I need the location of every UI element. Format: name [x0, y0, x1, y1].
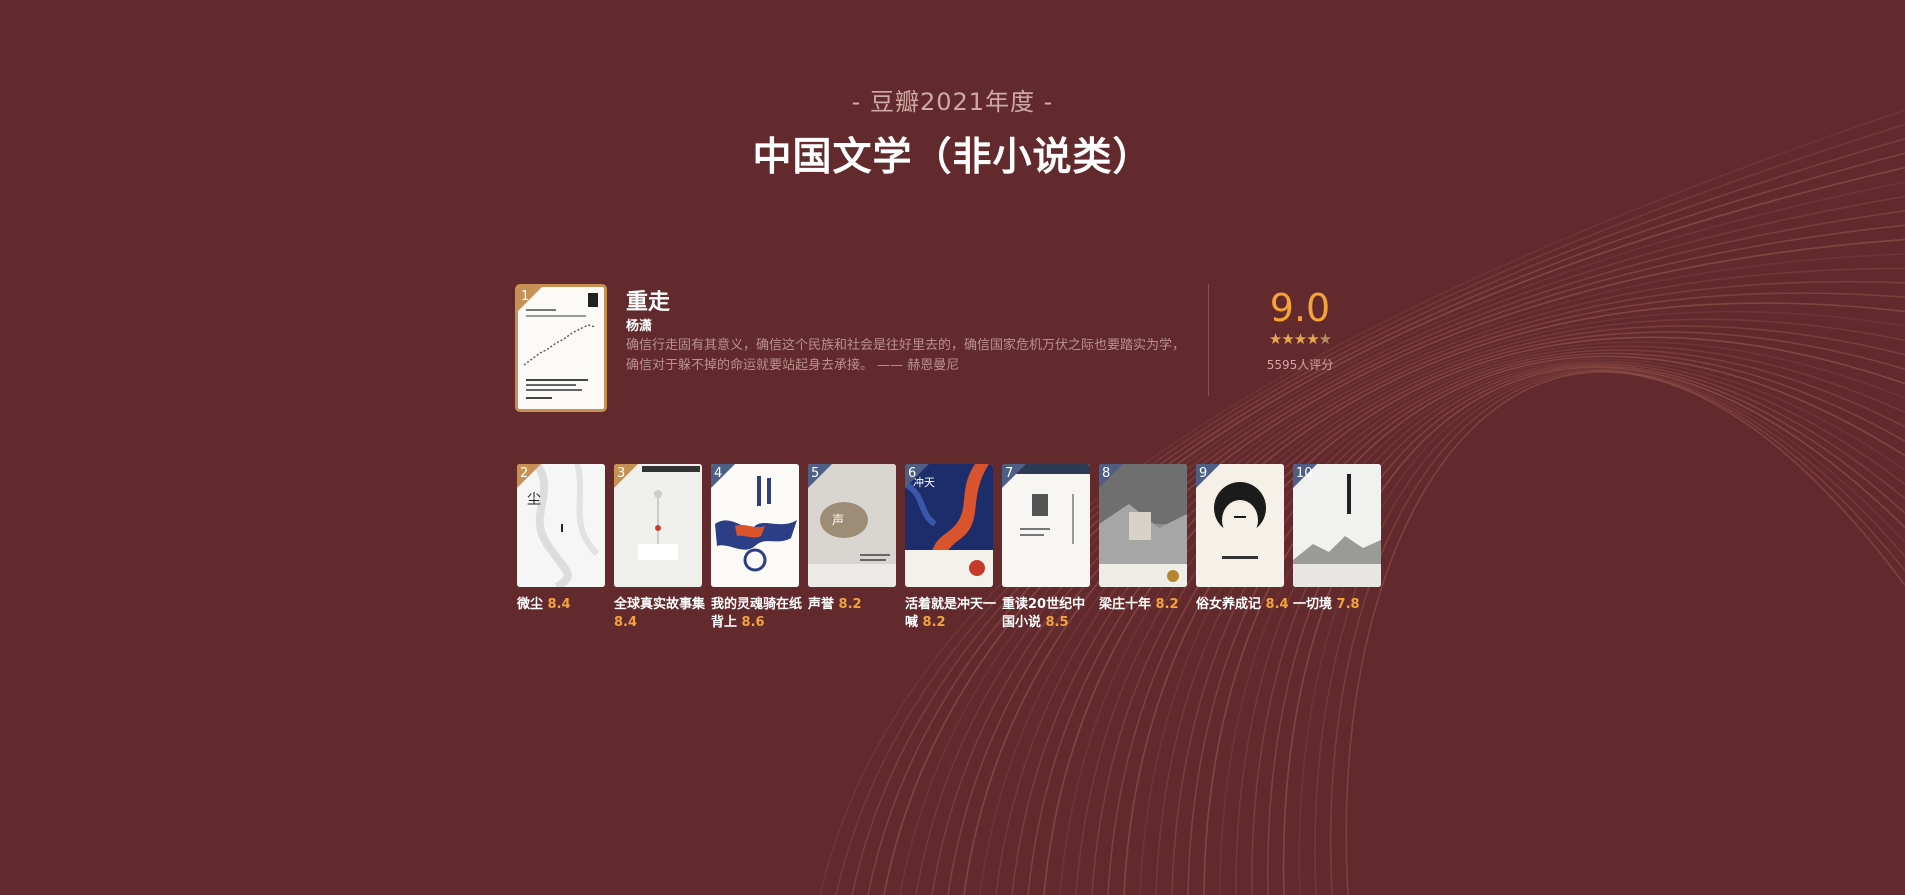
book-title[interactable]: 一切境 — [1293, 597, 1332, 612]
book-caption[interactable]: 一切境 7.8 — [1293, 596, 1389, 614]
book-score: 8.4 — [614, 615, 638, 630]
book-caption[interactable]: 微尘 8.4 — [517, 596, 613, 614]
wave-line — [1155, 345, 1905, 895]
star-icon: ★ — [1281, 330, 1294, 348]
book-caption[interactable]: 活着就是冲天一喊 8.2 — [905, 596, 1001, 632]
star-rating: ★★★★★ — [1250, 330, 1350, 348]
wave-line — [1298, 367, 1905, 895]
wave-line — [1267, 364, 1905, 895]
page-title: 中国文学（非小说类） — [752, 135, 1153, 180]
book-title[interactable]: 声誉 — [808, 597, 834, 612]
rank-badge: 3 — [614, 464, 638, 488]
book-score: 8.2 — [838, 597, 862, 612]
book-score: 8.2 — [922, 615, 946, 630]
rank-badge: 10 — [1293, 464, 1317, 488]
book-score: 8.5 — [1045, 615, 1069, 630]
book-card[interactable]: 7 重读20世纪中国小说 8.5 — [1002, 464, 1090, 632]
wave-line — [1171, 349, 1905, 895]
book-caption[interactable]: 声誉 8.2 — [808, 596, 904, 614]
rank-badge: 5 — [808, 464, 832, 488]
book-card[interactable]: 尘 2 微尘 8.4 — [517, 464, 605, 614]
book-caption[interactable]: 重读20世纪中国小说 8.5 — [1002, 596, 1098, 632]
book-caption[interactable]: 全球真实故事集 8.4 — [614, 596, 710, 632]
rating-count: 5595人评分 — [1266, 358, 1334, 372]
half-star-icon: ★ — [1318, 330, 1332, 348]
wave-line — [1251, 362, 1905, 895]
book-score: 8.4 — [1265, 597, 1289, 612]
book-card[interactable]: 冲天 6 活着就是冲天一喊 8.2 — [905, 464, 996, 632]
book-cover[interactable]: 3 — [614, 464, 702, 587]
wave-line — [1139, 341, 1905, 895]
wave-line — [1282, 366, 1905, 895]
wave-line — [1203, 355, 1905, 895]
book-cover[interactable]: 7 — [1002, 464, 1090, 587]
rank-badge: 6 — [905, 464, 929, 488]
book-caption[interactable]: 俗女养成记 8.4 — [1196, 596, 1292, 614]
rank-badge: 7 — [1002, 464, 1026, 488]
wave-line — [1219, 358, 1905, 895]
book-score: 8.2 — [1155, 597, 1179, 612]
book-card[interactable]: 8 梁庄十年 8.2 — [1099, 464, 1187, 614]
book-card[interactable]: 声 5 声誉 8.2 — [808, 464, 896, 614]
featured-book-quote: 确信行走固有其意义，确信这个民族和社会是往好里去的，确信国家危机万伏之际也要踏实… — [626, 338, 1186, 373]
annual-list-page: - 豆瓣2021年度 - 中国文学（非小说类） 1 重走 杨潇 确信行走固有其意… — [0, 0, 1905, 895]
book-card[interactable]: 10 一切境 7.8 — [1293, 464, 1381, 614]
book-title[interactable]: 全球真实故事集 — [614, 597, 705, 612]
svg-text:声: 声 — [832, 513, 844, 527]
rank-badge: 1 — [518, 287, 542, 311]
book-card[interactable]: 3 全球真实故事集 8.4 — [614, 464, 705, 632]
book-cover[interactable]: 尘 2 — [517, 464, 605, 587]
book-cover[interactable]: 声 5 — [808, 464, 896, 587]
wave-line — [1314, 369, 1905, 895]
wave-line — [1345, 371, 1905, 895]
book-score: 8.4 — [547, 597, 571, 612]
featured-book-author[interactable]: 杨潇 — [626, 315, 652, 334]
book-caption[interactable]: 梁庄十年 8.2 — [1099, 596, 1195, 614]
star-icon: ★ — [1293, 330, 1307, 348]
svg-text:尘: 尘 — [527, 492, 541, 508]
book-score: 7.8 — [1336, 597, 1360, 612]
rank-badge: 8 — [1099, 464, 1123, 488]
book-cover[interactable]: 10 — [1293, 464, 1381, 587]
book-title[interactable]: 微尘 — [517, 597, 543, 612]
rank-badge: 4 — [711, 464, 735, 488]
book-title[interactable]: 重读20世纪中国小说 — [1002, 597, 1085, 630]
book-cover[interactable]: 8 — [1099, 464, 1187, 587]
wave-line — [1329, 370, 1905, 895]
featured-book-title[interactable]: 重走 — [626, 284, 670, 316]
wave-line — [1123, 336, 1905, 895]
book-cover[interactable]: 9 — [1196, 464, 1284, 587]
book-score: 8.6 — [741, 615, 765, 630]
star-icon: ★ — [1306, 330, 1319, 348]
wave-line — [1235, 360, 1905, 895]
book-cover[interactable]: 冲天 6 — [905, 464, 993, 587]
rank-badge: 2 — [517, 464, 541, 488]
wave-line — [1187, 352, 1905, 895]
book-title[interactable]: 活着就是冲天一喊 — [905, 597, 996, 630]
featured-book-cover[interactable]: 1 — [515, 284, 607, 412]
book-title[interactable]: 梁庄十年 — [1099, 597, 1151, 612]
book-caption[interactable]: 我的灵魂骑在纸背上 8.6 — [711, 596, 807, 632]
page-subtitle: - 豆瓣2021年度 - — [851, 88, 1054, 116]
divider — [1208, 284, 1209, 396]
star-icon: ★ — [1268, 330, 1282, 348]
book-cover[interactable]: 4 — [711, 464, 799, 587]
book-card[interactable]: 9 俗女养成记 8.4 — [1196, 464, 1289, 614]
featured-book-score: 9.0 — [1269, 286, 1331, 330]
book-card[interactable]: 4 我的灵魂骑在纸背上 8.6 — [711, 464, 802, 632]
featured-book[interactable]: 1 重走 杨潇 确信行走固有其意义，确信这个民族和社会是往好里去的，确信国家危机… — [515, 284, 1335, 414]
rank-badge: 9 — [1196, 464, 1220, 488]
book-title[interactable]: 俗女养成记 — [1196, 597, 1261, 612]
